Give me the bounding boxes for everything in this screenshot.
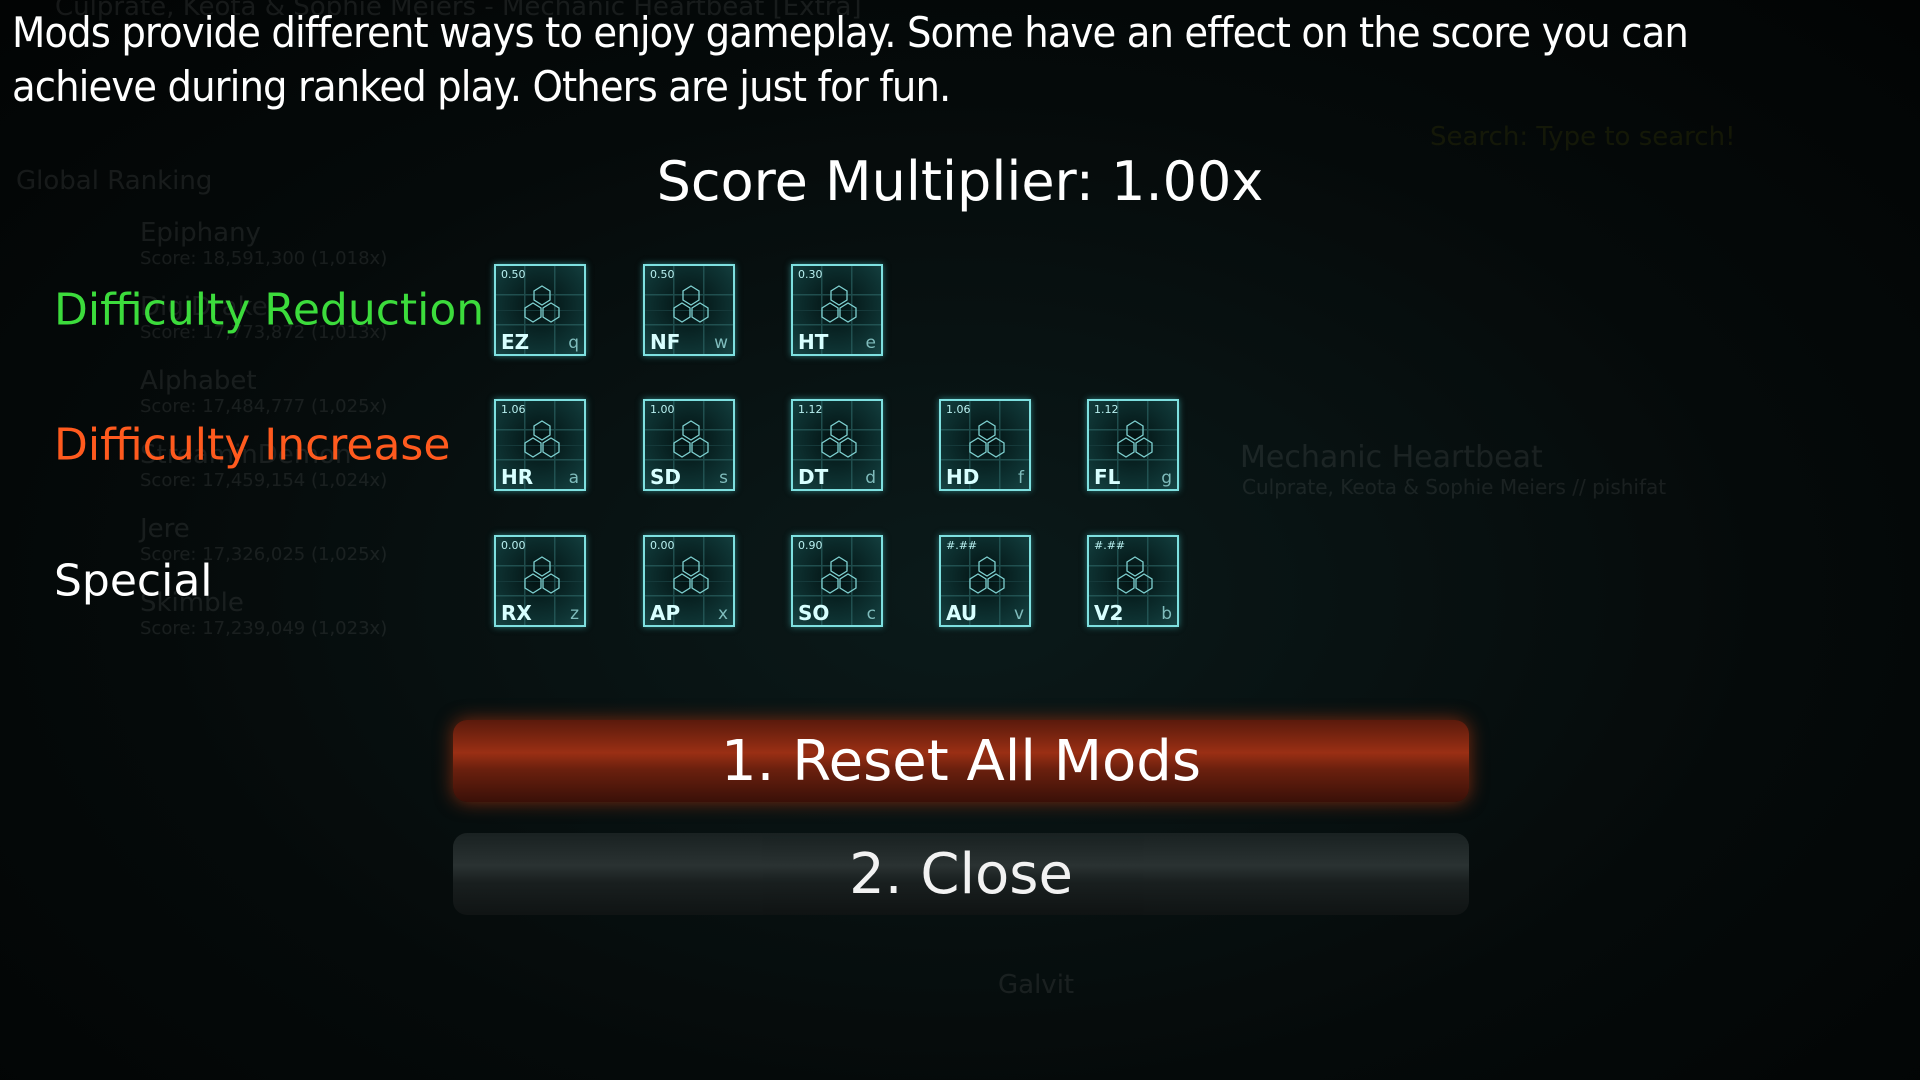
mod-multiplier: 0.50 — [650, 268, 675, 281]
mod-hotkey: c — [866, 604, 876, 624]
bg-leaderboard-score: Score: 17,459,154 (1,024x) — [140, 470, 388, 491]
hexagon-cluster-icon — [524, 420, 560, 458]
mod-hotkey: b — [1161, 604, 1172, 624]
hexagon-cluster-icon — [673, 420, 709, 458]
score-multiplier: Score Multiplier: 1.00x — [656, 150, 1264, 213]
hexagon-cluster-icon — [1117, 420, 1153, 458]
hexagon-cluster-icon — [821, 556, 857, 594]
mod-dt-button[interactable]: 1.12 DT d — [791, 399, 883, 491]
bg-leaderboard-score: Score: 17,239,049 (1,023x) — [140, 618, 388, 639]
mod-multiplier: 0.50 — [501, 268, 526, 281]
mod-multiplier: #.## — [946, 539, 978, 552]
mod-abbreviation: HR — [501, 465, 534, 489]
bg-leaderboard-entry: Alphabet Score: 17,484,777 (1,025x) — [140, 366, 387, 417]
hexagon-cluster-icon — [673, 285, 709, 323]
mod-abbreviation: SD — [650, 465, 682, 489]
reset-all-mods-button[interactable]: 1. Reset All Mods — [453, 720, 1469, 802]
bg-leaderboard-name: Epiphany — [140, 218, 261, 248]
category-label: Difficulty Increase — [54, 419, 451, 471]
mod-multiplier: 0.00 — [501, 539, 526, 552]
bg-leaderboard-name: Jere — [140, 514, 190, 544]
hexagon-cluster-icon — [524, 556, 560, 594]
mod-hotkey: s — [719, 468, 728, 488]
mod-hotkey: e — [865, 333, 876, 353]
mod-abbreviation: HT — [798, 330, 829, 354]
mod-hotkey: x — [717, 604, 728, 624]
mod-ht-button[interactable]: 0.30 HT e — [791, 264, 883, 356]
mod-nf-button[interactable]: 0.50 NF w — [643, 264, 735, 356]
mod-v2-button[interactable]: #.## V2 b — [1087, 535, 1179, 627]
mod-multiplier: 1.00 — [650, 403, 675, 416]
mod-multiplier: 1.12 — [798, 403, 823, 416]
bg-leaderboard-score: Score: 18,591,300 (1,018x) — [140, 248, 388, 269]
hexagon-cluster-icon — [673, 556, 709, 594]
hexagon-cluster-icon — [821, 285, 857, 323]
mod-abbreviation: HD — [946, 465, 980, 489]
mod-abbreviation: SO — [798, 601, 830, 625]
mod-hotkey: g — [1161, 468, 1172, 488]
mod-au-button[interactable]: #.## AU v — [939, 535, 1031, 627]
mod-ez-button[interactable]: 0.50 EZ q — [494, 264, 586, 356]
mod-fl-button[interactable]: 1.12 FL g — [1087, 399, 1179, 491]
mod-hotkey: d — [865, 468, 876, 488]
category-label: Special — [54, 555, 213, 607]
mod-hd-button[interactable]: 1.06 HD f — [939, 399, 1031, 491]
hexagon-cluster-icon — [969, 420, 1005, 458]
category-label: Difficulty Reduction — [54, 284, 485, 336]
mod-abbreviation: RX — [501, 601, 532, 625]
mod-multiplier: 0.90 — [798, 539, 823, 552]
bg-selected-artist: Culprate, Keota & Sophie Meiers // pishi… — [1242, 475, 1667, 499]
mod-ap-button[interactable]: 0.00 AP x — [643, 535, 735, 627]
mod-abbreviation: EZ — [501, 330, 530, 354]
mod-hotkey: q — [568, 333, 579, 353]
mod-hotkey: z — [570, 604, 579, 624]
hexagon-cluster-icon — [969, 556, 1005, 594]
mod-multiplier: 0.30 — [798, 268, 823, 281]
bg-selected-song: Mechanic Heartbeat — [1240, 440, 1543, 475]
mod-abbreviation: AP — [650, 601, 681, 625]
mod-so-button[interactable]: 0.90 SO c — [791, 535, 883, 627]
mod-sd-button[interactable]: 1.00 SD s — [643, 399, 735, 491]
hexagon-cluster-icon — [524, 285, 560, 323]
mod-hotkey: w — [714, 333, 728, 353]
bg-search: Search: Type to search! — [1430, 122, 1736, 152]
mods-description: Mods provide different ways to enjoy gam… — [12, 8, 1689, 111]
bg-player: Galvit — [998, 970, 1075, 1000]
hexagon-cluster-icon — [1117, 556, 1153, 594]
mod-multiplier: 1.12 — [1094, 403, 1119, 416]
bg-leaderboard-name: Alphabet — [140, 366, 257, 396]
mod-hotkey: v — [1013, 604, 1024, 624]
mod-abbreviation: FL — [1094, 465, 1121, 489]
mod-hotkey: f — [1018, 468, 1024, 488]
mod-multiplier: #.## — [1094, 539, 1126, 552]
mod-multiplier: 1.06 — [501, 403, 526, 416]
mod-multiplier: 0.00 — [650, 539, 675, 552]
mod-hotkey: a — [568, 468, 579, 488]
mod-hr-button[interactable]: 1.06 HR a — [494, 399, 586, 491]
mod-abbreviation: V2 — [1094, 601, 1124, 625]
mod-abbreviation: NF — [650, 330, 681, 354]
mod-abbreviation: DT — [798, 465, 829, 489]
close-button[interactable]: 2. Close — [453, 833, 1469, 915]
mod-rx-button[interactable]: 0.00 RX z — [494, 535, 586, 627]
bg-leaderboard-score: Score: 17,484,777 (1,025x) — [140, 396, 388, 417]
hexagon-cluster-icon — [821, 420, 857, 458]
bg-leaderboard-entry: Epiphany Score: 18,591,300 (1,018x) — [140, 218, 387, 269]
mod-abbreviation: AU — [946, 601, 978, 625]
mod-multiplier: 1.06 — [946, 403, 971, 416]
